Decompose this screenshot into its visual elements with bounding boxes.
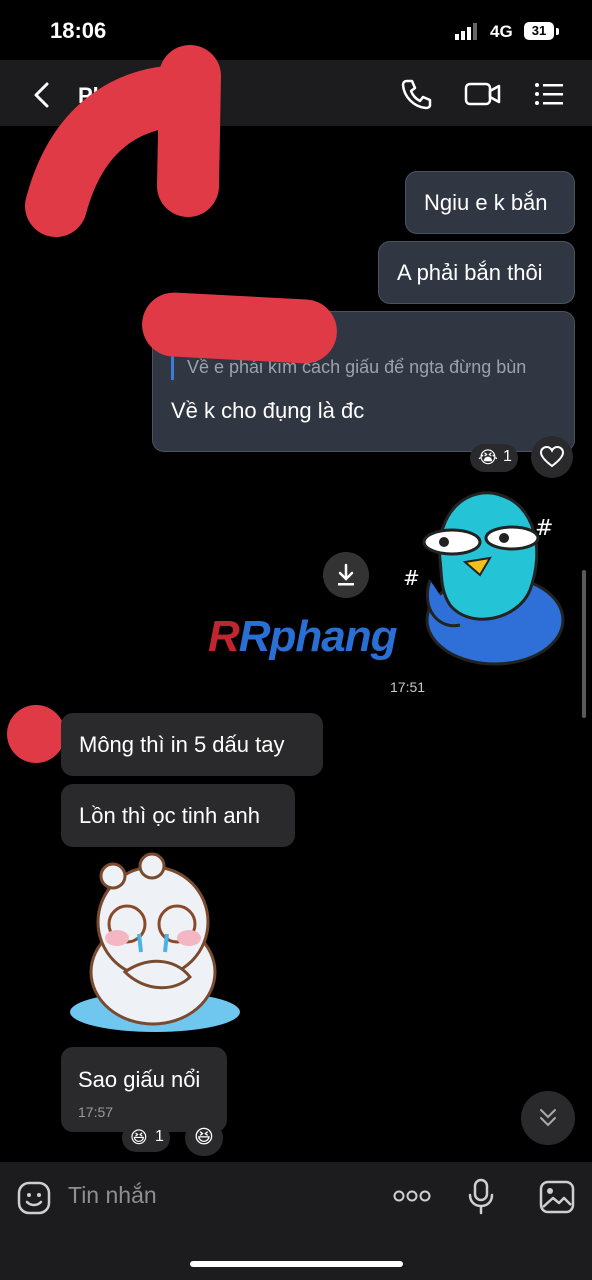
battery-tip bbox=[556, 28, 559, 35]
battery-icon: 31 bbox=[524, 22, 554, 40]
avatar-redacted[interactable] bbox=[7, 705, 65, 763]
redaction-scribble bbox=[25, 45, 221, 237]
quote-bar bbox=[171, 354, 174, 380]
message-text: Ngiu e k bắn bbox=[424, 190, 548, 215]
menu-list-icon[interactable] bbox=[532, 76, 568, 112]
quoted-text: Về e phải kím cách giấu để ngta đừng bùn bbox=[187, 357, 527, 377]
phone-icon[interactable] bbox=[398, 76, 434, 112]
signal-icon bbox=[455, 23, 477, 40]
reaction-badge[interactable]: 😆 1 bbox=[122, 1124, 170, 1152]
more-options-icon[interactable] bbox=[392, 1186, 432, 1206]
laughing-emoji-icon: 😆 bbox=[130, 1128, 148, 1147]
reaction-count: 1 bbox=[503, 448, 512, 465]
message-bubble-outgoing[interactable]: A phải bắn thôi bbox=[378, 241, 575, 304]
svg-text:#: # bbox=[403, 566, 420, 590]
message-bubble-outgoing[interactable]: Ngiu e k bắn bbox=[405, 171, 575, 234]
watermark-r: R bbox=[208, 612, 240, 661]
network-type: 4G bbox=[490, 22, 513, 41]
redaction-mask bbox=[140, 290, 339, 366]
home-indicator bbox=[190, 1261, 403, 1267]
sticker-emoji-icon[interactable] bbox=[16, 1180, 52, 1216]
quick-reaction-button[interactable]: 😆 bbox=[185, 1120, 223, 1156]
message-bubble-incoming[interactable]: Mông thì in 5 dấu tay bbox=[61, 713, 323, 776]
scrollbar[interactable] bbox=[582, 570, 586, 718]
download-button[interactable] bbox=[323, 552, 369, 598]
message-text: Sao giấu nổi bbox=[78, 1067, 201, 1092]
double-chevron-down-icon bbox=[540, 1109, 556, 1127]
crying-emoji-icon: 😭 bbox=[478, 448, 498, 467]
scroll-to-bottom-button[interactable] bbox=[521, 1091, 575, 1145]
watermark-text: Rphang bbox=[238, 612, 398, 661]
reaction-badge[interactable]: 😭 1 bbox=[470, 444, 518, 472]
microphone-icon[interactable] bbox=[466, 1178, 496, 1216]
message-timestamp: 17:51 bbox=[390, 679, 426, 695]
message-text: Về k cho đụng là đc bbox=[171, 398, 365, 423]
heart-icon bbox=[540, 446, 564, 468]
message-text: Lồn thì ọc tinh anh bbox=[79, 803, 261, 828]
laughing-emoji-icon: 😆 bbox=[194, 1127, 214, 1148]
message-input[interactable]: Tin nhắn bbox=[68, 1182, 157, 1209]
reaction-count: 1 bbox=[155, 1128, 164, 1145]
download-icon bbox=[338, 563, 354, 586]
message-bubble-incoming[interactable]: Lồn thì ọc tinh anh bbox=[61, 784, 295, 847]
watermark: RRphang bbox=[208, 612, 398, 662]
heart-reaction-button[interactable] bbox=[531, 436, 573, 478]
bird-sticker[interactable]: # # bbox=[400, 480, 570, 670]
crying-bear-sticker[interactable] bbox=[65, 852, 245, 1042]
image-gallery-icon[interactable] bbox=[538, 1179, 576, 1215]
message-text: Mông thì in 5 dấu tay bbox=[79, 732, 285, 757]
svg-text:#: # bbox=[535, 516, 553, 541]
message-text: A phải bắn thôi bbox=[397, 260, 543, 285]
video-call-icon[interactable] bbox=[463, 76, 503, 112]
message-timestamp: 17:57 bbox=[78, 1104, 114, 1120]
